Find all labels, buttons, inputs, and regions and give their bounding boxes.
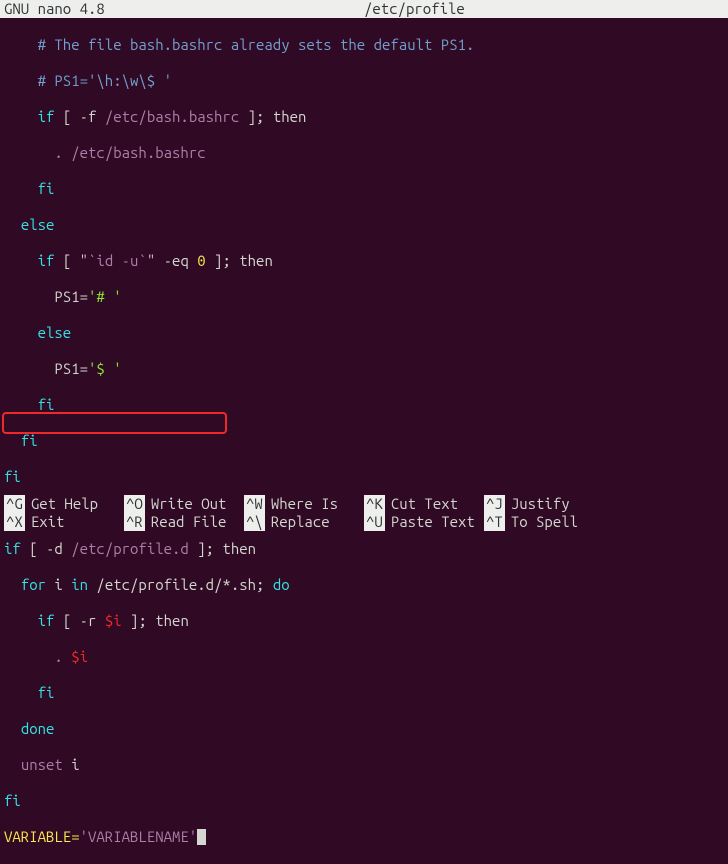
- code-assign: VARIABLE=: [4, 828, 80, 845]
- shortcut-paste-text[interactable]: ^U Paste Text: [364, 513, 484, 531]
- shortcut-label: Where Is: [271, 495, 338, 513]
- code-string: '# ': [88, 288, 122, 305]
- code-var: i: [46, 576, 71, 593]
- shortcut-label: Justify: [511, 495, 570, 513]
- code-text: ]; then: [239, 108, 306, 125]
- shortcut-label: Replace: [271, 513, 330, 531]
- code-keyword: for: [21, 576, 46, 593]
- shortcut-where-is[interactable]: ^W Where Is: [244, 495, 364, 513]
- shortcut-key: ^T: [484, 513, 505, 531]
- shortcut-key: ^R: [124, 513, 145, 531]
- code-path: /etc/bash.bashrc: [71, 144, 205, 161]
- shortcut-key: ^J: [484, 495, 505, 513]
- code-dot: .: [54, 648, 71, 665]
- code-var: PS1=: [54, 288, 88, 305]
- code-keyword: fi: [21, 432, 38, 449]
- code-text: [ -f: [54, 108, 104, 125]
- shortcut-label: Read File: [151, 513, 227, 531]
- code-keyword: else: [38, 324, 72, 341]
- code-cmd: unset: [21, 756, 63, 773]
- editor-content[interactable]: # The file bash.bashrc already sets the …: [0, 18, 728, 864]
- code-comment: # PS1='\h:\w\$ ': [38, 72, 172, 89]
- code-keyword: if: [38, 252, 55, 269]
- app-name: GNU nano 4.8: [4, 0, 105, 18]
- shortcut-key: ^X: [4, 513, 25, 531]
- shortcut-cut-text[interactable]: ^K Cut Text: [364, 495, 484, 513]
- code-keyword: do: [273, 576, 290, 593]
- code-number: 0: [197, 252, 205, 269]
- code-keyword: if: [38, 612, 55, 629]
- code-var: $i: [71, 648, 88, 665]
- shortcut-label: Cut Text: [391, 495, 458, 513]
- shortcut-justify[interactable]: ^J Justify: [484, 495, 604, 513]
- code-text: ]; then: [189, 540, 256, 557]
- shortcut-bar: ^G Get Help ^X Exit ^O Write Out ^R Read Fil…: [0, 495, 728, 533]
- code-string: 'VARIABLENAME': [80, 828, 198, 845]
- shortcut-exit[interactable]: ^X Exit: [4, 513, 124, 531]
- code-keyword: fi: [4, 468, 21, 485]
- shortcut-key: ^K: [364, 495, 385, 513]
- nano-header: GNU nano 4.8 /etc/profile: [0, 0, 728, 18]
- code-comment: # The file bash.bashrc already sets the …: [38, 36, 475, 53]
- shortcut-label: Write Out: [151, 495, 227, 513]
- code-path: /etc/profile.d/*.sh;: [88, 576, 273, 593]
- code-keyword: in: [71, 576, 88, 593]
- code-dot: .: [54, 144, 71, 161]
- code-path: /etc/bash.bashrc: [105, 108, 239, 125]
- code-path: /etc/profile.d: [71, 540, 189, 557]
- shortcut-label: Exit: [31, 513, 65, 531]
- shortcut-label: Paste Text: [391, 513, 475, 531]
- code-var: PS1=: [54, 360, 88, 377]
- code-text: " -eq: [147, 252, 197, 269]
- shortcut-key: ^U: [364, 513, 385, 531]
- code-text: ]; then: [122, 612, 189, 629]
- shortcut-label: Get Help: [31, 495, 98, 513]
- filename: /etc/profile: [364, 0, 465, 18]
- code-keyword: if: [38, 108, 55, 125]
- shortcut-replace[interactable]: ^\ Replace: [244, 513, 364, 531]
- shortcut-get-help[interactable]: ^G Get Help: [4, 495, 124, 513]
- shortcut-key: ^W: [244, 495, 265, 513]
- code-keyword: fi: [4, 792, 21, 809]
- code-text: [ -r: [54, 612, 104, 629]
- code-keyword: done: [21, 720, 55, 737]
- code-string: '$ ': [88, 360, 122, 377]
- code-keyword: fi: [38, 180, 55, 197]
- shortcut-write-out[interactable]: ^O Write Out: [124, 495, 244, 513]
- shortcut-key: ^\: [244, 513, 265, 531]
- cursor-icon: [197, 829, 206, 845]
- shortcut-key: ^O: [124, 495, 145, 513]
- code-text: [ ": [54, 252, 88, 269]
- code-keyword: else: [21, 216, 55, 233]
- shortcut-label: To Spell: [511, 513, 578, 531]
- code-keyword: if: [4, 540, 21, 557]
- code-text: [ -d: [21, 540, 71, 557]
- code-cmd: `id -u`: [88, 252, 147, 269]
- code-keyword: fi: [38, 684, 55, 701]
- shortcut-read-file[interactable]: ^R Read File: [124, 513, 244, 531]
- code-var: $i: [105, 612, 122, 629]
- code-keyword: fi: [38, 396, 55, 413]
- code-text: ]; then: [206, 252, 273, 269]
- code-var: i: [63, 756, 80, 773]
- shortcut-key: ^G: [4, 495, 25, 513]
- shortcut-to-spell[interactable]: ^T To Spell: [484, 513, 604, 531]
